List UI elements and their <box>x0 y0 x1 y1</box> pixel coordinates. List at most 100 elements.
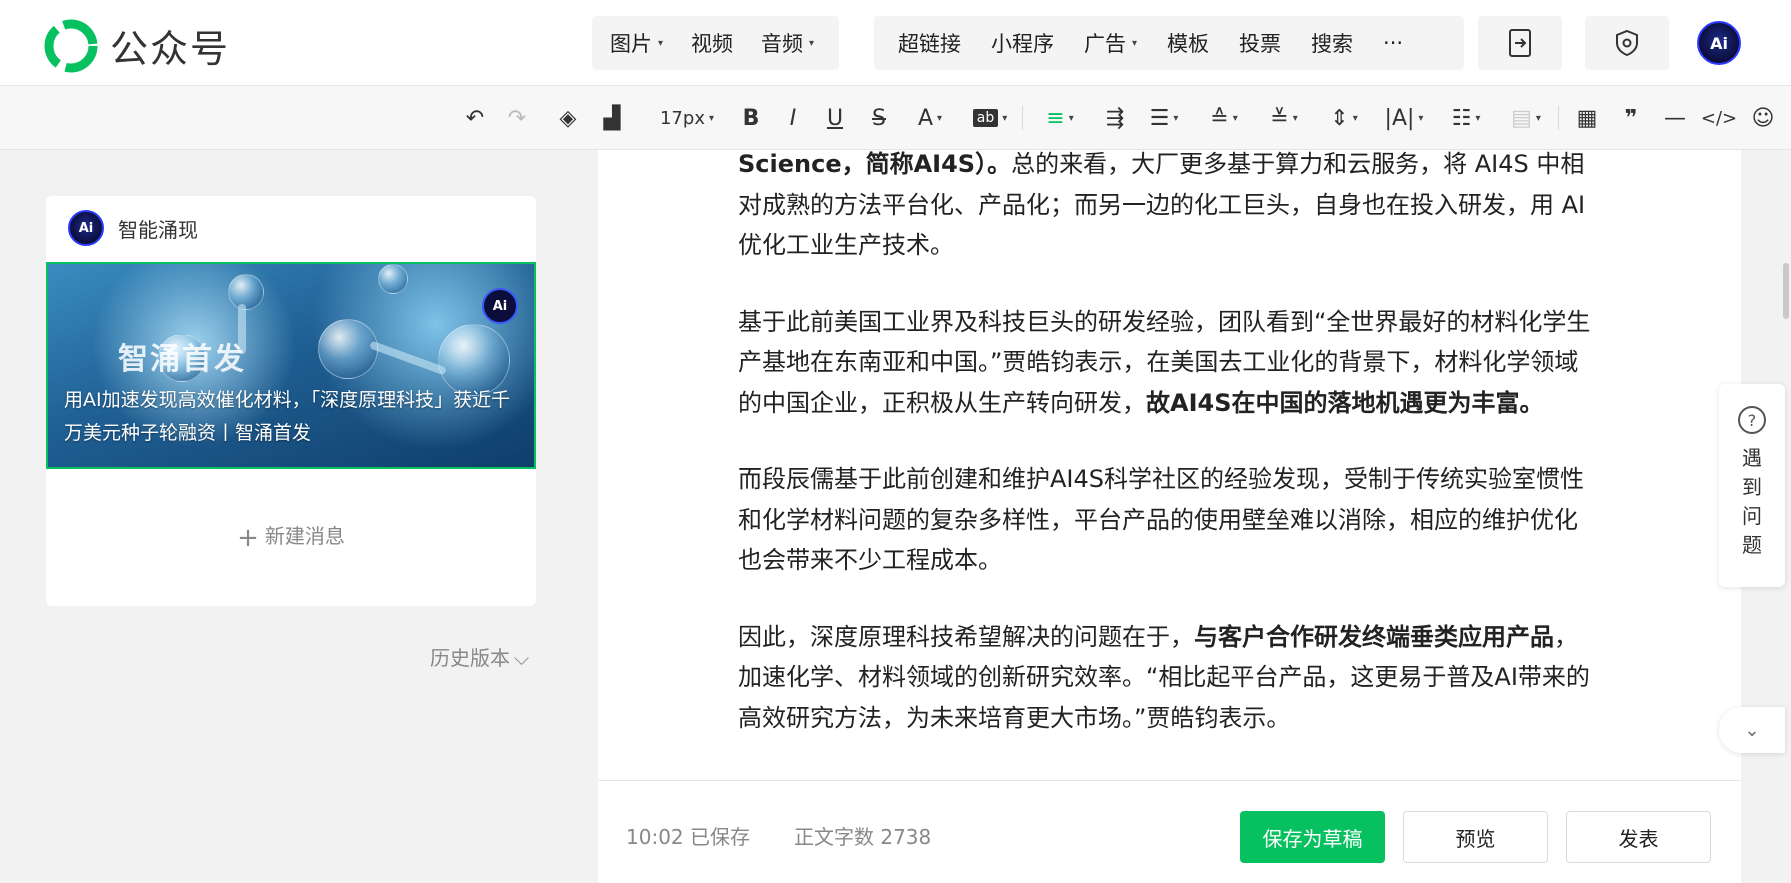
account-name: 智能涌现 <box>118 217 198 242</box>
preview-button[interactable]: 预览 <box>1403 811 1548 863</box>
indent-button[interactable]: ☰ ▾ <box>1142 102 1186 134</box>
table-icon: ▦ <box>1576 105 1598 131</box>
spacing-before-icon: ≙ <box>1210 105 1229 131</box>
menu-search-label: 搜索 <box>1311 32 1354 56</box>
menu-ad[interactable]: 广告 ▾ <box>1072 28 1149 58</box>
redo-button[interactable]: ↷ <box>502 102 532 134</box>
divider-line-button[interactable]: — <box>1660 102 1690 134</box>
save-status: 10:02 已保存 <box>626 821 750 850</box>
align-center-button[interactable]: ≡ ▾ <box>1038 102 1082 134</box>
article-editor[interactable]: Science，简称AI4S）。总的来看，大厂更多基于算力和云服务，将 AI4S… <box>598 150 1741 780</box>
chevron-down-icon: ▾ <box>1475 112 1481 124</box>
border-shade-button[interactable]: ▤ ▾ <box>1504 102 1548 134</box>
letter-spacing-button[interactable]: |A| ▾ <box>1382 102 1426 134</box>
import-doc-button[interactable] <box>1478 16 1562 70</box>
quote-button[interactable]: ❞ <box>1616 102 1646 134</box>
align-center-icon: ≡ <box>1046 105 1065 131</box>
account-header: Ai 智能涌现 <box>68 210 198 246</box>
toolbar-divider <box>1022 106 1023 130</box>
menu-video-label: 视频 <box>691 32 734 56</box>
menu-vote[interactable]: 投票 <box>1227 28 1293 58</box>
menu-audio[interactable]: 音频 ▾ <box>747 28 828 58</box>
underline-button[interactable]: U <box>822 102 848 134</box>
molecule-bubble <box>318 319 378 379</box>
strikethrough-button[interactable]: S <box>866 102 892 134</box>
chevron-down-icon: ▾ <box>809 37 815 49</box>
chevron-down-icon: ⌵ <box>514 646 530 670</box>
chevron-down-icon: ▾ <box>1002 112 1008 124</box>
more-menu-button[interactable]: ··· <box>1371 31 1415 55</box>
publish-button[interactable]: 发表 <box>1566 811 1711 863</box>
bottom-action-bar: 10:02 已保存 正文字数 2738 保存为草稿 预览 发表 <box>598 780 1741 883</box>
help-label: 遇到问题 <box>1742 446 1762 557</box>
undo-icon: ↶ <box>465 105 485 131</box>
user-avatar[interactable]: Ai <box>1697 21 1741 65</box>
app-logo[interactable]: 公众号 <box>44 18 230 73</box>
format-toolbar: ↶ ↷ ◈ ▟ 17px ▾ B I U S A ▾ ab ▾ ≡ ▾ ⇶ ☰ ▾ ≙ ▾ … <box>0 86 1791 150</box>
menu-ad-label: 广告 <box>1084 32 1126 56</box>
bold-button[interactable]: B <box>738 102 764 134</box>
chevron-down-icon: ▾ <box>1418 112 1424 124</box>
article-cover-card[interactable]: Ai 智涌首发 用AI加速发现高效催化材料，「深度原理科技」获近千万美元种子轮融… <box>46 262 536 469</box>
bold-icon: B <box>742 105 760 131</box>
save-draft-button[interactable]: 保存为草稿 <box>1240 811 1385 863</box>
bulleted-list-icon: ☷ <box>1451 105 1472 131</box>
word-count-value: 2738 <box>880 825 932 849</box>
chevron-down-icon: ▾ <box>708 112 714 124</box>
letter-spacing-icon: |A| <box>1384 105 1415 131</box>
paint-brush-icon: ▟ <box>603 105 621 131</box>
article-list-card: Ai 智能涌现 Ai 智涌首发 用AI加速发现高效催化材料，「深度原理科技」获近… <box>46 196 536 606</box>
menu-template[interactable]: 模板 <box>1155 28 1221 58</box>
paragraph: Science，简称AI4S）。总的来看，大厂更多基于算力和云服务，将 AI4S… <box>738 150 1598 266</box>
history-versions-button[interactable]: 历史版本 ⌵ <box>430 642 529 671</box>
import-document-icon <box>1509 29 1531 57</box>
undo-button[interactable]: ↶ <box>460 102 490 134</box>
more-icon: ··· <box>1383 31 1404 55</box>
chevron-down-icon: ▾ <box>1173 112 1179 124</box>
molecule-bond <box>369 340 447 376</box>
line-height-button[interactable]: ⇕ ▾ <box>1322 102 1366 134</box>
code-button[interactable]: </> <box>1700 102 1738 134</box>
help-widget[interactable]: ? 遇到问题 <box>1719 384 1785 587</box>
paragraph-spacing-after-button[interactable]: ≚ ▾ <box>1262 102 1306 134</box>
first-line-indent-icon: ⇶ <box>1105 105 1125 131</box>
insert-table-button[interactable]: ▦ <box>1572 102 1602 134</box>
wechat-mp-logo-icon <box>44 19 98 72</box>
originality-shield-button[interactable] <box>1585 16 1669 70</box>
clear-format-button[interactable]: ◈ <box>552 102 584 134</box>
paragraph: 基于此前美国工业界及科技巨头的研发经验，团队看到“全世界最好的材料化学生产基地在… <box>738 302 1598 424</box>
saved-time: 10:02 <box>626 825 684 849</box>
molecule-bubble <box>228 274 264 310</box>
chevron-down-icon: ▾ <box>1292 112 1298 124</box>
plus-icon: + <box>237 523 259 553</box>
scroll-down-button[interactable]: ⌄ <box>1719 707 1785 753</box>
editor-content[interactable]: Science，简称AI4S）。总的来看，大厂更多基于算力和云服务，将 AI4S… <box>738 150 1598 774</box>
font-size-value: 17px <box>659 107 705 129</box>
italic-button[interactable]: I <box>780 102 806 134</box>
list-button[interactable]: ☷ ▾ <box>1444 102 1488 134</box>
highlight-color-button[interactable]: ab ▾ <box>968 102 1012 134</box>
media-menu: 图片 ▾ 视频 音频 ▾ <box>592 16 839 70</box>
menu-miniprogram[interactable]: 小程序 <box>979 28 1066 58</box>
menu-hyperlink[interactable]: 超链接 <box>886 28 973 58</box>
menu-search[interactable]: 搜索 <box>1299 28 1365 58</box>
eraser-icon: ◈ <box>559 105 577 131</box>
font-size-select[interactable]: 17px ▾ <box>652 102 722 134</box>
scrollbar-thumb[interactable] <box>1783 263 1789 319</box>
menu-image[interactable]: 图片 ▾ <box>596 28 677 58</box>
font-color-button[interactable]: A ▾ <box>910 102 950 134</box>
menu-audio-label: 音频 <box>761 32 804 56</box>
app-title: 公众号 <box>110 27 231 71</box>
border-icon: ▤ <box>1511 105 1532 131</box>
quote-icon: ❞ <box>1624 105 1638 131</box>
format-painter-button[interactable]: ▟ <box>598 102 626 134</box>
paragraph-spacing-before-button[interactable]: ≙ ▾ <box>1202 102 1246 134</box>
menu-video[interactable]: 视频 <box>677 28 747 58</box>
new-message-button[interactable]: + 新建消息 <box>46 520 536 553</box>
indent-first-line-button[interactable]: ⇶ <box>1098 102 1132 134</box>
emoji-button[interactable]: ☺ <box>1748 102 1778 134</box>
chevron-down-icon: ▾ <box>1132 37 1138 49</box>
chevron-down-icon: ▾ <box>658 37 664 49</box>
new-message-label: 新建消息 <box>264 524 345 548</box>
code-icon: </> <box>1700 107 1738 129</box>
